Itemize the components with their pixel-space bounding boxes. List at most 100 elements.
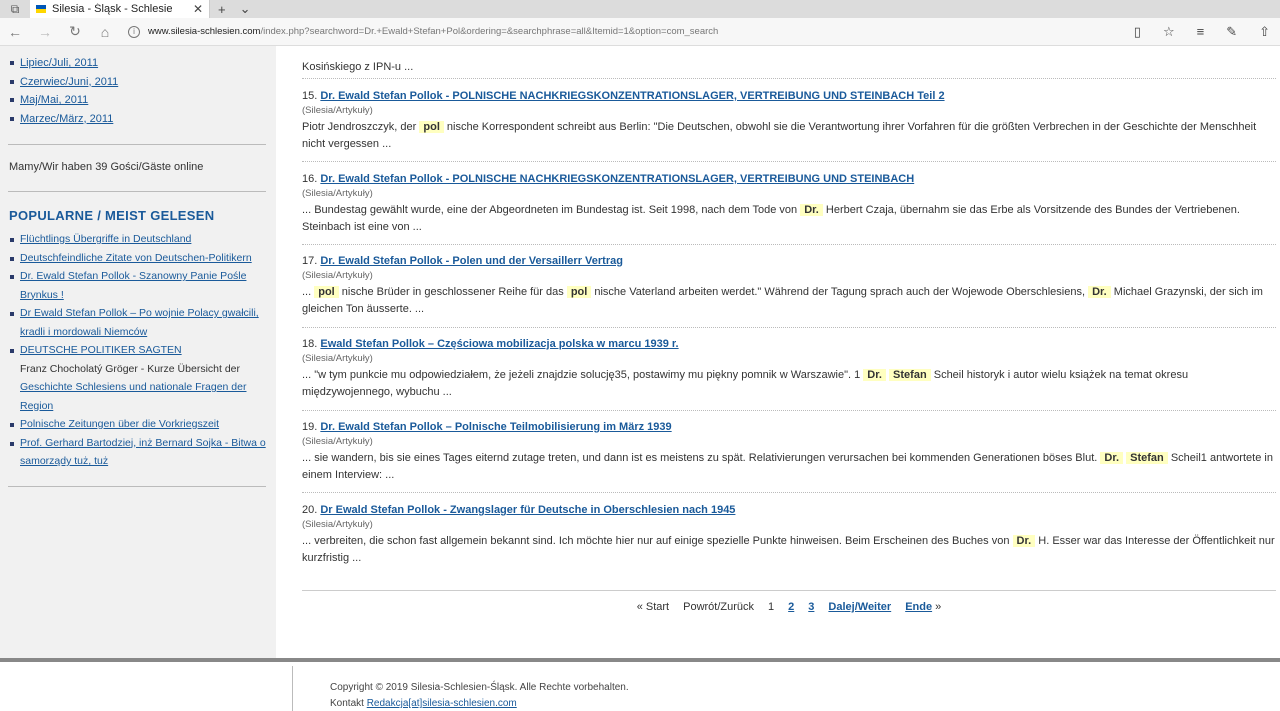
popular-item: Dr. Ewald Stefan Pollok - Szanowny Panie… bbox=[10, 267, 266, 304]
home-icon[interactable]: ⌂ bbox=[90, 24, 120, 40]
page: Lipiec/Juli, 2011 Czerwiec/Juni, 2011 Ma… bbox=[0, 46, 1280, 711]
archive-item: Maj/Mai, 2011 bbox=[10, 91, 118, 110]
pager-start: « Start bbox=[636, 601, 670, 613]
site-info-icon[interactable]: i bbox=[128, 25, 140, 38]
result-link[interactable]: Dr. Ewald Stefan Pollok – Polnische Teil… bbox=[320, 421, 671, 433]
new-tab-icon[interactable]: + bbox=[218, 2, 226, 17]
result-item: 19. Dr. Ewald Stefan Pollok – Polnische … bbox=[302, 421, 1276, 483]
popular-link[interactable]: Deutschfeindliche Zitate von Deutschen-P… bbox=[20, 249, 252, 268]
result-separator bbox=[302, 327, 1276, 328]
tab-title: Silesia - Śląsk - Schlesie bbox=[52, 3, 173, 15]
reading-view-icon[interactable]: ▯ bbox=[1134, 24, 1141, 40]
result-item: 17. Dr. Ewald Stefan Pollok - Polen und … bbox=[302, 255, 1276, 317]
archive-list: Lipiec/Juli, 2011 Czerwiec/Juni, 2011 Ma… bbox=[10, 54, 118, 128]
result-title: 18. Ewald Stefan Pollok – Częściowa mobi… bbox=[302, 338, 679, 350]
popular-item: DEUTSCHE POLITIKER SAGTEN bbox=[10, 341, 266, 360]
pager-page-2[interactable]: 2 bbox=[788, 601, 794, 613]
pen-icon[interactable]: ✎ bbox=[1226, 24, 1237, 40]
archive-link[interactable]: Marzec/März, 2011 bbox=[20, 110, 113, 129]
highlight: Dr. bbox=[1088, 286, 1111, 298]
popular-link[interactable]: Dr Ewald Stefan Pollok – Po wojnie Polac… bbox=[20, 304, 266, 341]
result-category: (Silesia/Artykuły) bbox=[302, 188, 373, 199]
pager-next[interactable]: Dalej/Weiter bbox=[828, 601, 891, 613]
result-item: 18. Ewald Stefan Pollok – Częściowa mobi… bbox=[302, 338, 1276, 400]
browser-tab[interactable]: Silesia - Śląsk - Schlesie ✕ bbox=[30, 0, 210, 18]
close-tab-icon[interactable]: ✕ bbox=[193, 2, 203, 16]
pager-end-mark: » bbox=[935, 601, 942, 613]
bullet-icon bbox=[10, 256, 14, 261]
url-text: www.silesia-schlesien.com/index.php?sear… bbox=[148, 26, 719, 37]
bullet-icon bbox=[10, 79, 14, 84]
forward-icon[interactable]: → bbox=[30, 24, 60, 40]
archive-link[interactable]: Czerwiec/Juni, 2011 bbox=[20, 73, 118, 92]
result-snippet: Piotr Jendroszczyk, der pol nische Korre… bbox=[302, 121, 1257, 150]
archive-item: Lipiec/Juli, 2011 bbox=[10, 54, 118, 73]
popular-item: Flüchtlings Übergriffe in Deutschland bbox=[10, 230, 266, 249]
share-icon[interactable]: ⇧ bbox=[1259, 24, 1270, 40]
tab-actions-icon[interactable]: ⧉ bbox=[0, 0, 30, 18]
highlight: pol bbox=[314, 286, 339, 298]
popular-heading: POPULARNE / MEIST GELESEN bbox=[9, 208, 215, 223]
highlight: Stefan bbox=[1126, 452, 1168, 464]
pager-page-1: 1 bbox=[768, 601, 775, 613]
result-link[interactable]: Dr. Ewald Stefan Pollok - POLNISCHE NACH… bbox=[320, 173, 914, 185]
result-separator bbox=[302, 78, 1276, 79]
footer: Copyright © 2019 Silesia-Schlesien-Śląsk… bbox=[0, 662, 1280, 711]
result-link[interactable]: Dr. Ewald Stefan Pollok - Polen und der … bbox=[320, 255, 623, 267]
popular-item: Deutschfeindliche Zitate von Deutschen-P… bbox=[10, 249, 266, 268]
popular-item: Geschichte Schlesiens und nationale Frag… bbox=[10, 378, 266, 415]
result-snippet: ... Bundestag gewählt wurde, eine der Ab… bbox=[302, 204, 1240, 233]
result-link[interactable]: Ewald Stefan Pollok – Częściowa mobiliza… bbox=[320, 338, 678, 350]
pagination: « Start Powrót/Zurück 1 2 3 Dalej/Weiter… bbox=[302, 601, 1276, 613]
popular-list: Flüchtlings Übergriffe in Deutschland De… bbox=[10, 230, 266, 471]
back-icon[interactable]: ← bbox=[0, 24, 30, 40]
result-title: 19. Dr. Ewald Stefan Pollok – Polnische … bbox=[302, 421, 672, 433]
url-input[interactable]: i www.silesia-schlesien.com/index.php?se… bbox=[120, 21, 1134, 43]
popular-link[interactable]: Flüchtlings Übergriffe in Deutschland bbox=[20, 230, 191, 249]
popular-link[interactable]: Geschichte Schlesiens und nationale Frag… bbox=[20, 378, 266, 415]
popular-item: Prof. Gerhard Bartodziej, inż Bernard So… bbox=[10, 434, 266, 471]
popular-link[interactable]: Prof. Gerhard Bartodziej, inż Bernard So… bbox=[20, 434, 266, 471]
result-item: 20. Dr Ewald Stefan Pollok - Zwangslager… bbox=[302, 504, 1276, 566]
result-link[interactable]: Dr Ewald Stefan Pollok - Zwangslager für… bbox=[320, 504, 735, 516]
result-category: (Silesia/Artykuły) bbox=[302, 353, 373, 364]
popular-link[interactable]: DEUTSCHE POLITIKER SAGTEN bbox=[20, 341, 182, 360]
address-bar: ← → ↻ ⌂ i www.silesia-schlesien.com/inde… bbox=[0, 18, 1280, 46]
highlight: pol bbox=[566, 286, 592, 298]
bullet-icon bbox=[10, 441, 14, 446]
favorites-list-icon[interactable]: ≡ bbox=[1197, 24, 1205, 40]
result-title: 20. Dr Ewald Stefan Pollok - Zwangslager… bbox=[302, 504, 736, 516]
pager-divider bbox=[302, 590, 1276, 591]
popular-link[interactable]: Dr. Ewald Stefan Pollok - Szanowny Panie… bbox=[20, 267, 266, 304]
result-link[interactable]: Dr. Ewald Stefan Pollok - POLNISCHE NACH… bbox=[320, 90, 944, 102]
bullet-icon bbox=[10, 423, 14, 427]
reload-icon[interactable]: ↻ bbox=[60, 23, 90, 40]
pager-prev: Powrót/Zurück bbox=[683, 601, 755, 613]
result-separator bbox=[302, 244, 1276, 245]
result-category: (Silesia/Artykuły) bbox=[302, 270, 373, 281]
bullet-icon bbox=[10, 349, 14, 353]
bullet-icon bbox=[10, 98, 14, 103]
archive-link[interactable]: Maj/Mai, 2011 bbox=[20, 91, 88, 110]
bullet-icon bbox=[10, 275, 14, 279]
contact-link[interactable]: Redakcja[at]silesia-schlesien.com bbox=[367, 698, 517, 709]
highlight: Dr. bbox=[800, 204, 823, 216]
result-item: 15. Dr. Ewald Stefan Pollok - POLNISCHE … bbox=[302, 90, 1276, 152]
footer-divider bbox=[292, 666, 293, 711]
archive-link[interactable]: Lipiec/Juli, 2011 bbox=[20, 54, 98, 73]
site-favicon-icon bbox=[36, 5, 46, 13]
chevron-down-icon[interactable]: ⌄ bbox=[240, 1, 251, 17]
divider bbox=[8, 191, 266, 192]
popular-link[interactable]: Polnische Zeitungen über die Vorkriegsze… bbox=[20, 415, 219, 434]
result-snippet: ... sie wandern, bis sie eines Tages eit… bbox=[302, 452, 1273, 481]
highlight: pol bbox=[419, 121, 444, 133]
pager-page-3[interactable]: 3 bbox=[808, 601, 814, 613]
result-snippet: ... pol nische Brüder in geschlossener R… bbox=[302, 286, 1263, 315]
divider bbox=[8, 486, 266, 487]
pager-end[interactable]: Ende bbox=[905, 601, 932, 613]
result-category: (Silesia/Artykuły) bbox=[302, 519, 373, 530]
copyright: Copyright © 2019 Silesia-Schlesien-Śląsk… bbox=[330, 682, 629, 693]
result-separator bbox=[302, 492, 1276, 493]
browser-tab-bar: ⧉ Silesia - Śląsk - Schlesie ✕ + ⌄ bbox=[0, 0, 1280, 18]
favorite-star-icon[interactable]: ☆ bbox=[1163, 24, 1175, 40]
